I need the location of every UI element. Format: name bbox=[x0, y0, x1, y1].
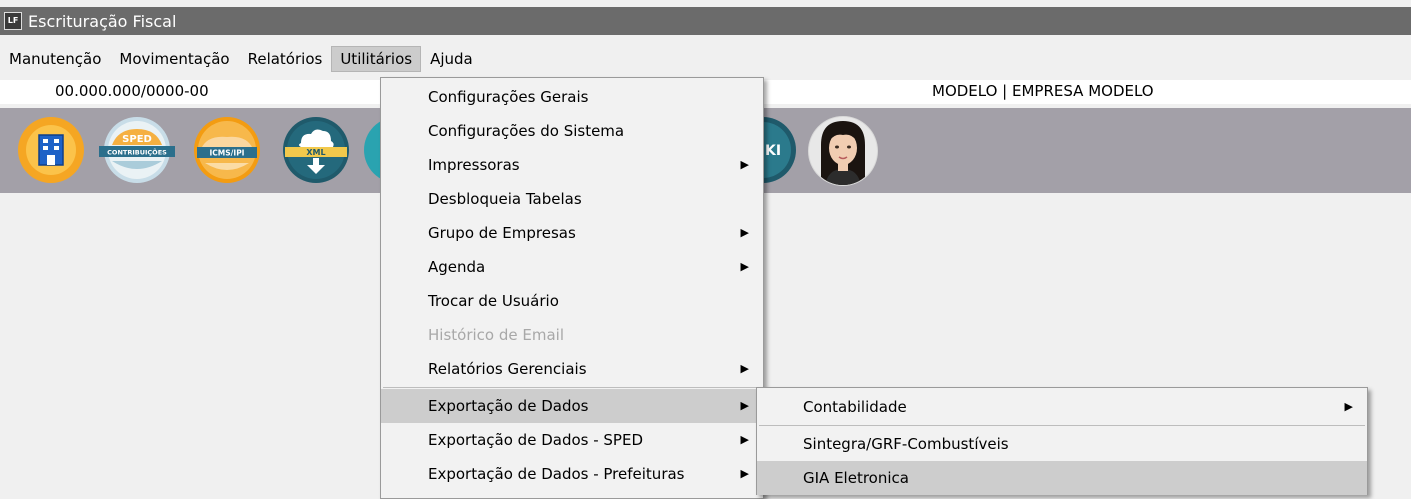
sped-label: SPED bbox=[122, 134, 152, 145]
cnpj-label: 00.000.000/0000-00 bbox=[55, 82, 209, 100]
menu-item-configuracoes-gerais[interactable]: Configurações Gerais bbox=[381, 80, 763, 114]
title-bar: LF Escrituração Fiscal bbox=[0, 7, 1411, 35]
contribuicoes-label: CONTRIBUIÇÕES bbox=[107, 148, 167, 157]
submenu-arrow-icon: ▶ bbox=[740, 260, 749, 273]
menu-utilitarios[interactable]: Utilitários bbox=[331, 46, 422, 72]
utilitarios-menu: Configurações Gerais Configurações do Si… bbox=[380, 77, 764, 499]
submenu-item-sintegra[interactable]: Sintegra/GRF-Combustíveis bbox=[757, 427, 1367, 461]
icms-label: ICMS/IPI bbox=[210, 149, 245, 158]
menu-separator bbox=[383, 387, 761, 388]
menu-item-desbloqueia-tabelas[interactable]: Desbloqueia Tabelas bbox=[381, 182, 763, 216]
menu-item-relatorios-gerenciais[interactable]: Relatórios Gerenciais ▶ bbox=[381, 352, 763, 386]
submenu-arrow-icon: ▶ bbox=[740, 399, 749, 412]
menu-item-grupo-empresas[interactable]: Grupo de Empresas ▶ bbox=[381, 216, 763, 250]
app-icon: LF bbox=[4, 12, 22, 30]
wiki-icon[interactable]: KI bbox=[730, 115, 799, 189]
menu-item-exportacao-dados-sped[interactable]: Exportação de Dados - SPED ▶ bbox=[381, 423, 763, 457]
wiki-label: KI bbox=[765, 143, 781, 159]
submenu-item-gia-eletronica[interactable]: GIA Eletronica bbox=[757, 461, 1367, 495]
exportacao-submenu: Contabilidade ▶ Sintegra/GRF-Combustíveis… bbox=[756, 387, 1368, 495]
menu-manutencao[interactable]: Manutenção bbox=[0, 46, 110, 72]
menu-item-configuracoes-sistema[interactable]: Configurações do Sistema bbox=[381, 114, 763, 148]
assistant-avatar-icon[interactable] bbox=[807, 115, 879, 191]
icms-ipi-icon[interactable]: ICMS/IPI bbox=[191, 115, 263, 189]
menu-separator bbox=[759, 425, 1365, 426]
submenu-item-contabilidade[interactable]: Contabilidade ▶ bbox=[757, 390, 1367, 424]
submenu-arrow-icon: ▶ bbox=[740, 433, 749, 446]
menu-item-impressoras[interactable]: Impressoras ▶ bbox=[381, 148, 763, 182]
menu-item-historico-email: Histórico de Email bbox=[428, 326, 564, 344]
submenu-arrow-icon: ▶ bbox=[740, 362, 749, 375]
company-building-icon[interactable] bbox=[16, 115, 86, 189]
submenu-arrow-icon: ▶ bbox=[740, 226, 749, 239]
menu-movimentacao[interactable]: Movimentação bbox=[110, 46, 238, 72]
window-title: Escrituração Fiscal bbox=[28, 11, 177, 31]
company-label: MODELO | EMPRESA MODELO bbox=[932, 82, 1154, 100]
menu-item-exportacao-dados-prefeituras[interactable]: Exportação de Dados - Prefeituras ▶ bbox=[381, 457, 763, 491]
sped-contribuicoes-icon[interactable]: SPED CONTRIBUIÇÕES bbox=[98, 115, 176, 189]
submenu-arrow-icon: ▶ bbox=[1344, 400, 1353, 413]
partial-hidden-icon[interactable] bbox=[362, 115, 430, 189]
xml-download-icon[interactable]: XML bbox=[281, 115, 351, 189]
menu-item-agenda[interactable]: Agenda ▶ bbox=[381, 250, 763, 284]
menu-bar: Manutenção Movimentação Relatórios Utili… bbox=[0, 46, 482, 72]
menu-relatorios[interactable]: Relatórios bbox=[239, 46, 332, 72]
menu-item-trocar-usuario[interactable]: Trocar de Usuário bbox=[381, 284, 763, 318]
submenu-arrow-icon: ▶ bbox=[740, 158, 749, 171]
menu-item-exportacao-dados[interactable]: Exportação de Dados ▶ bbox=[381, 389, 763, 423]
menu-ajuda[interactable]: Ajuda bbox=[421, 46, 482, 72]
xml-label: XML bbox=[306, 148, 325, 157]
submenu-arrow-icon: ▶ bbox=[740, 467, 749, 480]
